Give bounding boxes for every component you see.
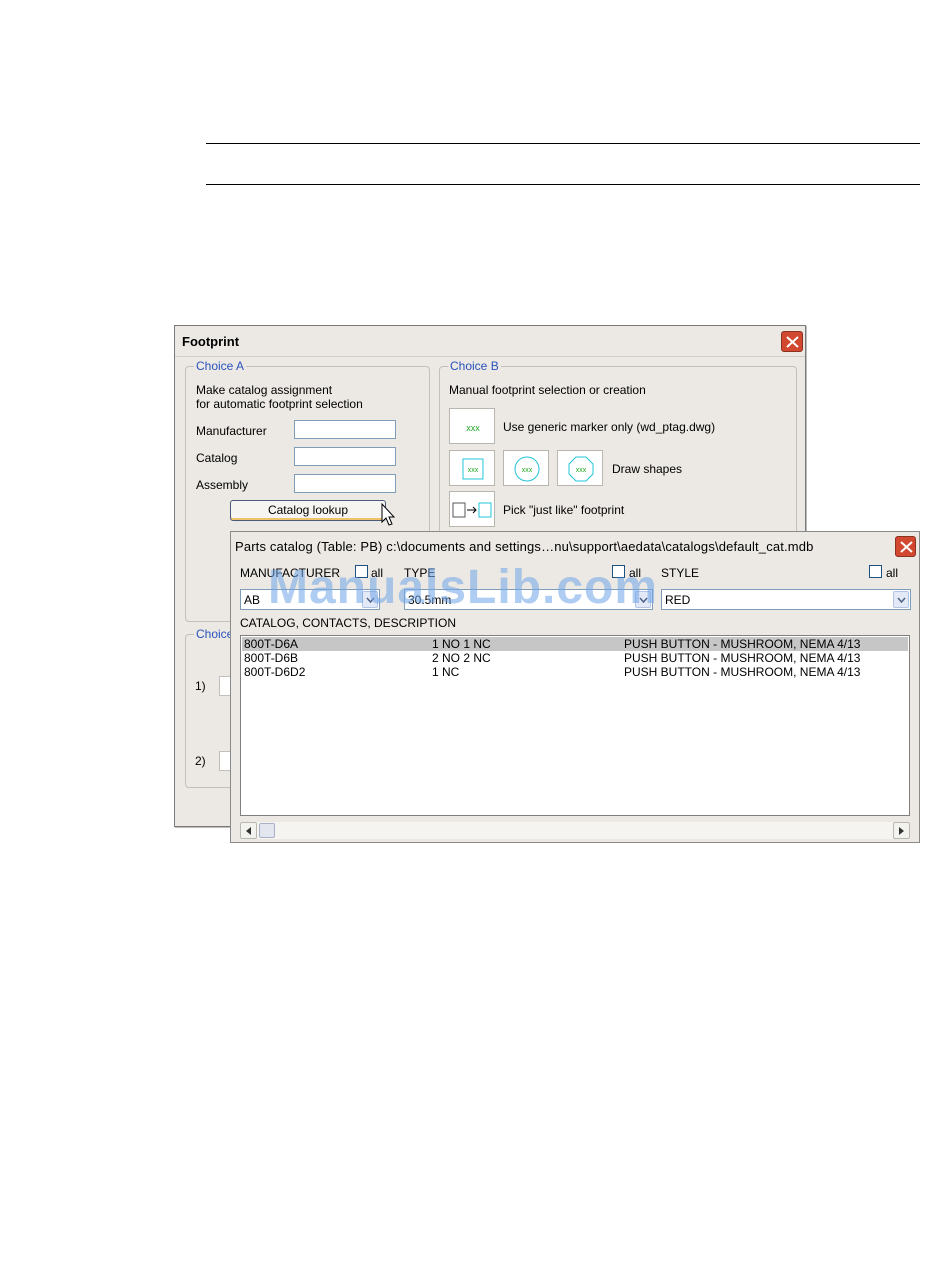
catalog-field[interactable] [294, 447, 396, 466]
close-icon [900, 541, 913, 553]
style-dropdown-arrow[interactable] [893, 591, 909, 608]
manufacturer-select-value: AB [244, 593, 261, 607]
rectangle-shape-icon: xxx [462, 458, 484, 480]
scroll-thumb[interactable] [259, 823, 275, 838]
parts-catalog-close-button[interactable] [895, 536, 916, 557]
scroll-left-button[interactable] [240, 822, 257, 839]
circle-shape-icon: xxx [514, 456, 540, 482]
svg-text:xxx: xxx [522, 467, 533, 474]
generic-marker-icon: xxx [466, 423, 480, 433]
pick-just-like-label: Pick "just like" footprint [503, 503, 625, 517]
table-row[interactable]: 800T-D6D2 1 NC PUSH BUTTON - MUSHROOM, N… [242, 665, 908, 679]
choice-a-desc-line2: for automatic footprint selection [196, 397, 363, 411]
footprint-close-button[interactable] [781, 331, 803, 352]
generic-marker-label: Use generic marker only (wd_ptag.dwg) [503, 420, 716, 434]
draw-octagon-shape-button[interactable]: xxx [557, 450, 603, 486]
top-rule [206, 143, 920, 144]
chevron-down-icon [897, 597, 906, 603]
assembly-field[interactable] [294, 474, 396, 493]
draw-rectangle-shape-button[interactable]: xxx [449, 450, 495, 486]
row-contacts: 1 NC [432, 665, 460, 679]
table-row[interactable]: 800T-D6B 2 NO 2 NC PUSH BUTTON - MUSHROO… [242, 651, 908, 665]
row-description: PUSH BUTTON - MUSHROOM, NEMA 4/13 [624, 651, 861, 665]
choice-a-label: Choice A [194, 359, 247, 373]
manufacturer-label: Manufacturer [196, 424, 267, 438]
style-column-label: STYLE [661, 566, 700, 580]
row-description: PUSH BUTTON - MUSHROOM, NEMA 4/13 [624, 665, 861, 679]
svg-text:xxx: xxx [468, 467, 479, 474]
draw-circle-shape-button[interactable]: xxx [503, 450, 549, 486]
watermark: ManualsLib.com [268, 561, 659, 614]
row-contacts: 2 NO 2 NC [432, 651, 491, 665]
choice-c-item1-label: 1) [195, 679, 206, 693]
style-select[interactable]: RED [661, 589, 911, 610]
style-all-label: all [886, 566, 899, 580]
parts-list: 800T-D6A 1 NO 1 NC PUSH BUTTON - MUSHROO… [240, 635, 910, 816]
pick-just-like-button[interactable] [449, 491, 495, 527]
parts-catalog-title: Parts catalog (Table: PB) c:\documents a… [235, 539, 814, 554]
row-catalog: 800T-D6A [244, 637, 299, 651]
second-rule [206, 184, 920, 185]
row-contacts: 1 NO 1 NC [432, 637, 491, 651]
choice-b-desc: Manual footprint selection or creation [449, 383, 646, 397]
style-select-value: RED [665, 593, 691, 607]
arrow-left-icon [246, 827, 251, 835]
close-icon [786, 336, 799, 348]
choice-b-label: Choice B [448, 359, 501, 373]
catalog-label: Catalog [196, 451, 238, 465]
arrow-right-icon [899, 827, 904, 835]
style-all-checkbox[interactable] [869, 565, 882, 578]
row-catalog: 800T-D6D2 [244, 665, 306, 679]
choice-b-group: Choice B Manual footprint selection or c… [439, 359, 797, 538]
svg-text:xxx: xxx [466, 423, 480, 433]
assembly-label: Assembly [196, 478, 249, 492]
horizontal-scrollbar[interactable] [240, 822, 910, 839]
table-row[interactable]: 800T-D6A 1 NO 1 NC PUSH BUTTON - MUSHROO… [242, 637, 908, 651]
draw-shapes-label: Draw shapes [612, 462, 683, 476]
choice-c-item2-label: 2) [195, 754, 206, 768]
catalog-lookup-button[interactable]: Catalog lookup [230, 500, 386, 521]
mouse-cursor-icon [381, 503, 395, 526]
manufacturer-field[interactable] [294, 420, 396, 439]
pick-just-like-icon [452, 502, 492, 518]
list-header: CATALOG, CONTACTS, DESCRIPTION [240, 616, 457, 630]
footprint-title: Footprint [182, 334, 240, 349]
scroll-right-button[interactable] [893, 822, 910, 839]
generic-marker-button[interactable]: xxx [449, 408, 495, 444]
parts-catalog-titlebar: Parts catalog (Table: PB) c:\documents a… [231, 532, 919, 560]
row-description: PUSH BUTTON - MUSHROOM, NEMA 4/13 [624, 637, 861, 651]
svg-text:xxx: xxx [576, 467, 587, 474]
row-catalog: 800T-D6B [244, 651, 299, 665]
octagon-shape-icon: xxx [568, 456, 594, 482]
choice-a-desc-line1: Make catalog assignment [196, 383, 333, 397]
footprint-titlebar: Footprint [175, 326, 805, 357]
